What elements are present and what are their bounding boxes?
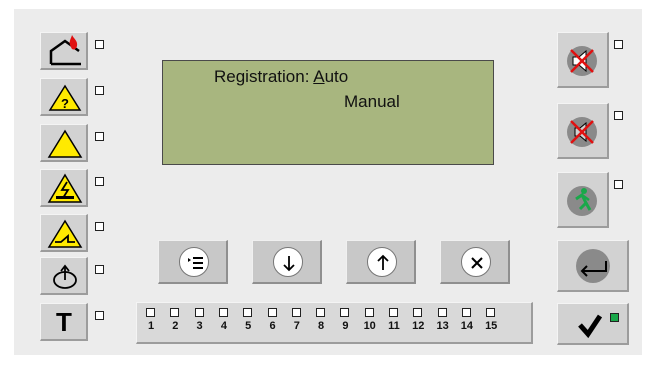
- test-mode-led: [95, 311, 104, 320]
- lcd-display: Registration: Auto Manual: [162, 60, 494, 165]
- lcd-line-1: Registration: Auto: [214, 67, 348, 87]
- zone-number: 1: [147, 320, 155, 332]
- general-warning-led: [95, 132, 104, 141]
- registration-manual-option: Manual: [344, 92, 400, 111]
- zone-number: 10: [363, 320, 376, 332]
- power-led: [95, 265, 104, 274]
- zone-led: [340, 308, 350, 317]
- zone-number: 6: [269, 320, 276, 332]
- confirm-led: [610, 313, 619, 322]
- zone-led: [291, 308, 301, 317]
- line-fault-button[interactable]: [40, 214, 88, 252]
- arrow-up-icon: [377, 254, 389, 270]
- zone-led: [364, 308, 374, 317]
- test-mode-icon: T: [56, 307, 72, 337]
- electrical-hazard-icon: [47, 173, 83, 203]
- power-icon: [53, 264, 77, 289]
- fault-warning-button[interactable]: ?: [40, 78, 88, 116]
- registration-label: Registration:: [214, 67, 314, 86]
- arrow-down-icon: [283, 256, 295, 272]
- general-warning-icon: [47, 129, 83, 158]
- zone-number: 3: [196, 320, 203, 332]
- fault-warning-led: [95, 86, 104, 95]
- zone-number: 14: [460, 320, 474, 332]
- zone-number: 9: [342, 320, 349, 332]
- menu-icon: [188, 257, 203, 269]
- evacuation-led: [614, 180, 623, 189]
- sounder-silence-led: [614, 40, 623, 49]
- fire-alarm-house-icon: [49, 35, 81, 66]
- electrical-hazard-led: [95, 177, 104, 186]
- zone-number: 7: [293, 320, 300, 332]
- zone-number: 13: [436, 320, 449, 332]
- line-fault-warning-icon: [47, 219, 83, 248]
- general-warning-button[interactable]: [40, 124, 88, 162]
- evacuation-button[interactable]: [557, 172, 609, 228]
- back-button[interactable]: [557, 240, 629, 292]
- zone-led: [461, 308, 471, 317]
- confirm-button[interactable]: [557, 303, 629, 345]
- zone-number: 2: [172, 320, 179, 332]
- zone-led: [267, 308, 277, 317]
- zone-led: [194, 308, 204, 317]
- zone-led: [146, 308, 155, 317]
- registration-auto-option: Auto: [313, 67, 349, 86]
- zone-led: [437, 308, 447, 317]
- zone-led: [413, 308, 423, 317]
- sounder-silenced-icon: [567, 46, 597, 76]
- zone-number: 8: [318, 320, 325, 332]
- test-mode-button[interactable]: T: [40, 303, 88, 341]
- zone-led: [486, 308, 496, 317]
- electrical-hazard-button[interactable]: [40, 169, 88, 207]
- line-fault-led: [95, 222, 104, 231]
- up-button[interactable]: [346, 240, 416, 284]
- zone-led: [316, 308, 326, 317]
- down-button[interactable]: [252, 240, 322, 284]
- buzzer-silenced-icon: [567, 117, 597, 147]
- cancel-x-icon: [471, 257, 483, 269]
- fire-alarm-button[interactable]: [40, 32, 88, 70]
- fire-alarm-led: [95, 40, 104, 49]
- zone-number: 15: [485, 320, 498, 332]
- svg-text:?: ?: [61, 96, 69, 111]
- zone-led: [218, 308, 228, 317]
- fault-unknown-warning-icon: ?: [48, 84, 82, 111]
- power-button[interactable]: [40, 257, 88, 295]
- buzzer-silence-button[interactable]: [557, 103, 609, 159]
- back-return-icon: [576, 249, 610, 283]
- evacuation-icon: [567, 186, 597, 216]
- zone-number: 5: [245, 320, 252, 332]
- cancel-button[interactable]: [440, 240, 510, 284]
- sounder-silence-button[interactable]: [557, 32, 609, 88]
- zone-led: [170, 308, 180, 317]
- confirm-check-icon: [578, 314, 603, 339]
- buzzer-silence-led: [614, 111, 623, 120]
- zone-led: [243, 308, 253, 317]
- menu-button[interactable]: [158, 240, 228, 284]
- zone-number: 12: [412, 320, 425, 332]
- zone-number: 4: [220, 320, 227, 332]
- zone-number: 11: [388, 320, 400, 332]
- zone-led: [389, 308, 398, 317]
